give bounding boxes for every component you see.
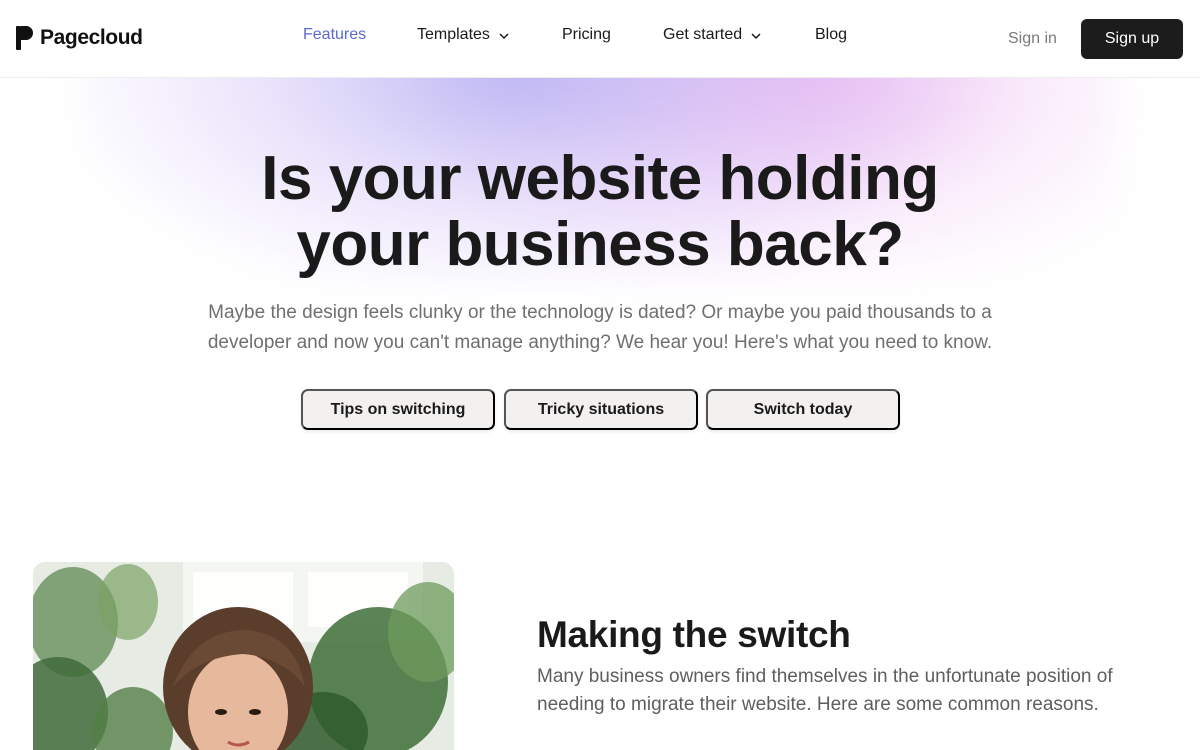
hero-subtitle: Maybe the design feels clunky or the tec…	[190, 298, 1010, 358]
hero-title: Is your website holding your business ba…	[0, 146, 1200, 278]
nav-features[interactable]: Features	[303, 26, 366, 44]
nav-get-started[interactable]: Get started	[663, 26, 762, 44]
site-header: Pagecloud Features Templates Pricing Get…	[0, 0, 1200, 78]
section-body-line-2: needing to migrate their website. Here a…	[537, 694, 1099, 715]
switch-today-button[interactable]: Switch today	[706, 389, 900, 430]
nav-pricing[interactable]: Pricing	[562, 26, 611, 44]
woman-with-plants-photo	[33, 562, 454, 750]
chevron-down-icon	[750, 29, 762, 41]
section-title: Making the switch	[537, 614, 851, 655]
tips-on-switching-button[interactable]: Tips on switching	[301, 389, 495, 430]
nav-blog[interactable]: Blog	[815, 26, 847, 44]
nav-templates-label: Templates	[417, 26, 490, 43]
section-body-line-1: Many business owners find themselves in …	[537, 666, 1113, 687]
section-body: Many business owners find themselves in …	[537, 663, 1157, 719]
sign-in-link[interactable]: Sign in	[1008, 30, 1057, 48]
nav-get-started-label: Get started	[663, 26, 743, 43]
chevron-down-icon	[498, 29, 510, 41]
hero-title-line-1: Is your website holding	[261, 144, 939, 213]
nav-templates[interactable]: Templates	[417, 26, 510, 44]
hero-subtitle-line-1: Maybe the design feels clunky or the tec…	[208, 302, 992, 323]
sign-up-button[interactable]: Sign up	[1081, 19, 1183, 59]
hero-subtitle-line-2: developer and now you can't manage anyth…	[207, 332, 993, 353]
hero-title-line-2: your business back?	[296, 210, 904, 279]
tricky-situations-button[interactable]: Tricky situations	[504, 389, 698, 430]
